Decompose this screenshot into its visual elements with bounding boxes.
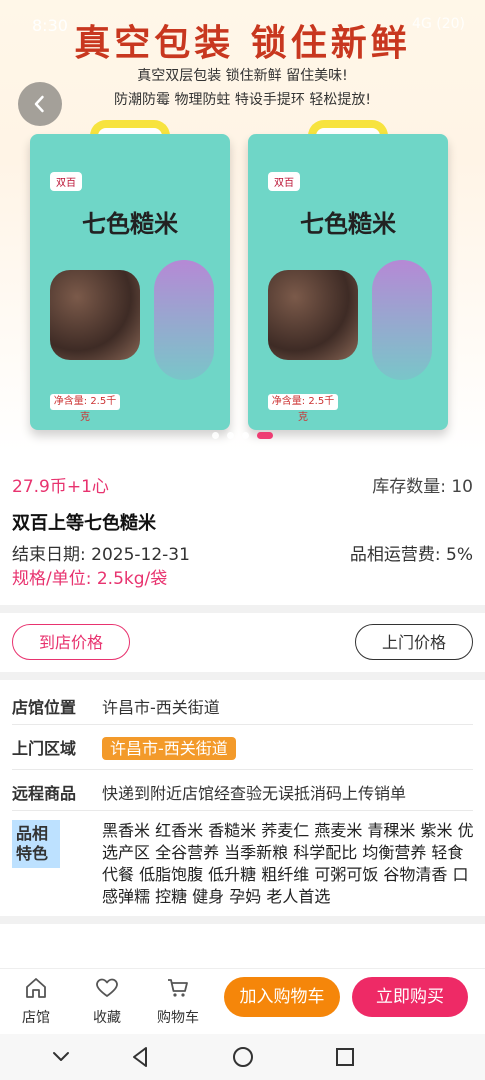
carousel-dots[interactable]	[0, 432, 485, 439]
stock: 库存数量: 10	[372, 477, 473, 497]
bag-logo: 双百	[268, 172, 300, 191]
bag-net-weight: 净含量: 2.5千克	[268, 394, 338, 423]
store-price-button[interactable]: 到店价格	[12, 624, 130, 660]
system-nav-bar	[0, 1034, 485, 1080]
rice-bag-image-right: 双百 七色糙米 净含量: 2.5千克	[248, 120, 448, 430]
detail-key: 店馆位置	[12, 698, 77, 717]
tab-store-label: 店馆	[22, 1010, 50, 1026]
section-separator	[0, 605, 485, 613]
home-price-button[interactable]: 上门价格	[355, 624, 473, 660]
heart-icon	[96, 978, 118, 997]
hero-subline-2: 防潮防霉 物理防蛀 特设手提环 轻松提放!	[114, 92, 371, 108]
bag-illustration	[154, 260, 214, 380]
section-separator	[0, 916, 485, 924]
home-icon	[26, 978, 46, 998]
add-to-cart-button[interactable]: 加入购物车	[224, 977, 340, 1017]
tab-favorite-label: 收藏	[93, 1010, 121, 1026]
tab-cart-label: 购物车	[157, 1010, 199, 1026]
carousel-dot[interactable]	[242, 432, 249, 439]
buy-now-button[interactable]: 立即购买	[352, 977, 468, 1017]
bag-brand: 七色糙米	[82, 210, 178, 238]
bag-logo: 双百	[50, 172, 82, 191]
nav-back-icon[interactable]	[126, 1044, 156, 1070]
bag-net-weight: 净含量: 2.5千克	[50, 394, 120, 423]
end-date: 结束日期: 2025-12-31	[12, 545, 190, 565]
service-area-tag: 许昌市-西关街道	[102, 737, 236, 760]
product-image-carousel[interactable]: 8:30 4G (20) 真空包装 锁住新鲜 真空双层包装 锁住新鲜 留住美味!…	[0, 0, 485, 453]
chevron-left-icon	[34, 95, 44, 113]
hero-headline: 真空包装 锁住新鲜	[74, 23, 411, 64]
detail-key: 远程商品	[12, 784, 77, 803]
feature-label: 品相特色	[12, 820, 60, 868]
carousel-dot[interactable]	[227, 432, 234, 439]
bag-brand: 七色糙米	[300, 210, 396, 238]
hero-subline-1: 真空双层包装 锁住新鲜 留住美味!	[137, 68, 348, 84]
detail-value: 快递到附近店馆经查验无误抵消码上传销单	[102, 784, 407, 803]
nav-recents-icon[interactable]	[330, 1044, 360, 1070]
product-name: 双百上等七色糙米	[12, 513, 156, 534]
feature-text: 黑香米 红香米 香糙米 荞麦仁 燕麦米 青稞米 紫米 优选产区 全谷营养 当季新…	[102, 821, 474, 906]
tab-favorite[interactable]: 收藏	[77, 975, 137, 1027]
bag-illustration	[372, 260, 432, 380]
section-separator	[0, 672, 485, 680]
nav-collapse-icon[interactable]	[46, 1044, 76, 1070]
divider	[12, 724, 473, 725]
carousel-dot[interactable]	[212, 432, 219, 439]
divider	[12, 810, 473, 811]
rice-window	[268, 270, 358, 360]
operation-fee: 品相运营费: 5%	[349, 545, 473, 565]
spec-unit: 规格/单位: 2.5kg/袋	[12, 569, 168, 589]
price: 27.9币+1心	[12, 477, 109, 497]
rice-bag-image-left: 双百 七色糙米 净含量: 2.5千克	[30, 120, 230, 430]
cart-icon	[168, 979, 188, 997]
nav-home-icon[interactable]	[228, 1044, 258, 1070]
tab-cart[interactable]: 购物车	[148, 975, 208, 1027]
bottom-action-bar: 店馆 收藏 购物车 加入购物车 立即购买	[0, 968, 485, 1035]
detail-key: 上门区域	[12, 739, 77, 758]
divider	[12, 769, 473, 770]
carousel-dot-active[interactable]	[257, 432, 273, 439]
detail-value-tag: 许昌市-西关街道	[102, 735, 236, 760]
tab-store[interactable]: 店馆	[6, 975, 66, 1027]
detail-value: 许昌市-西关街道	[102, 698, 220, 717]
rice-window	[50, 270, 140, 360]
